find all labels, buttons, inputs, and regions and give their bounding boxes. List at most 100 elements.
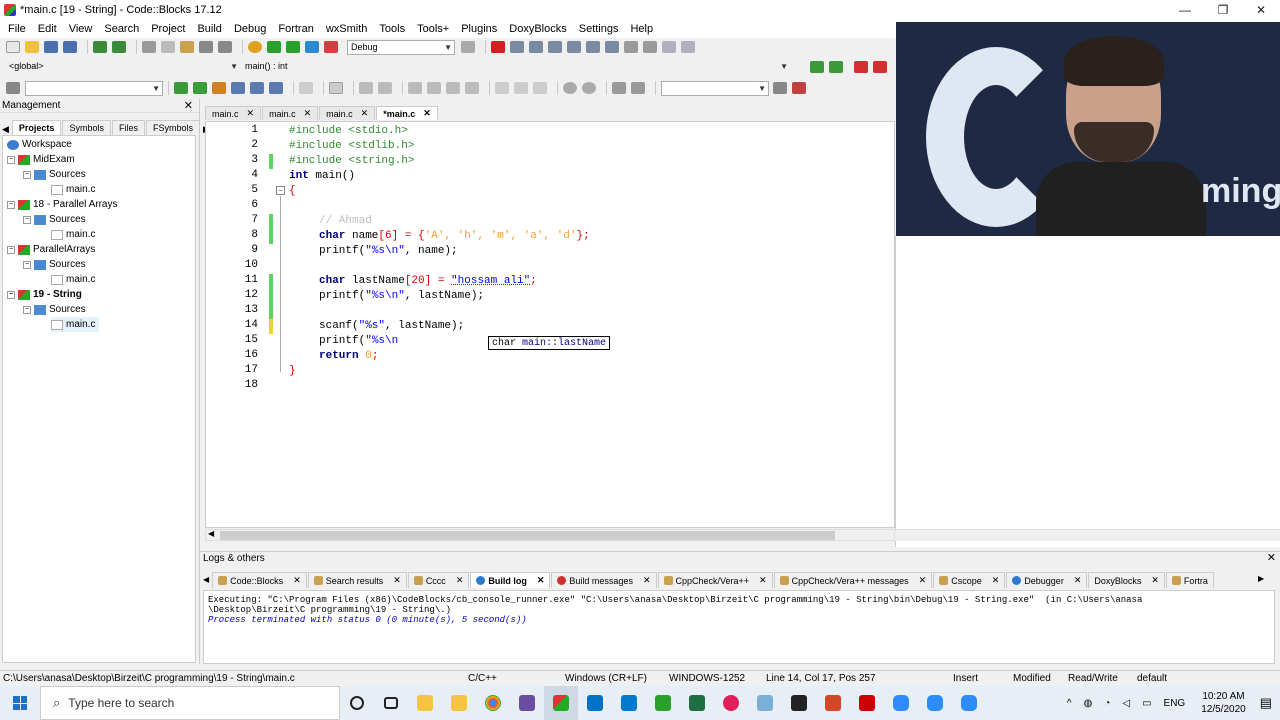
- match-icon[interactable]: [269, 82, 283, 94]
- tab-cccc[interactable]: Cccc ✕: [407, 572, 470, 588]
- close-icon[interactable]: ✕: [1267, 552, 1276, 565]
- close-icon[interactable]: ✕: [643, 575, 651, 586]
- close-icon[interactable]: ✕: [1074, 575, 1082, 586]
- clock[interactable]: 10:20 AM 12/5/2020: [1201, 690, 1246, 716]
- abort-icon[interactable]: [324, 41, 338, 53]
- code-content[interactable]: #include <stdio.h> #include <stdlib.h> #…: [289, 122, 889, 527]
- tree-item-file[interactable]: main.c: [51, 227, 95, 242]
- tree-item-file-selected[interactable]: main.c: [51, 317, 100, 332]
- block4-icon[interactable]: [465, 82, 479, 94]
- task-view-button[interactable]: [374, 686, 408, 720]
- tab-cppcheck[interactable]: CppCheck/Vera++ ✕: [657, 572, 773, 588]
- forward-icon[interactable]: [193, 82, 207, 94]
- replace-icon[interactable]: [218, 41, 232, 53]
- tab-main-c[interactable]: main.c ✕: [319, 106, 376, 120]
- tree-item-folder[interactable]: − Sources: [23, 212, 86, 227]
- taskbar-app[interactable]: [884, 686, 918, 720]
- toggle-bookmark-icon[interactable]: [854, 61, 868, 73]
- various-info-icon[interactable]: [681, 41, 695, 53]
- settings-icon[interactable]: [6, 82, 20, 94]
- taskbar-app[interactable]: [680, 686, 714, 720]
- block-icon[interactable]: [408, 82, 422, 94]
- tab-codeblocks-log[interactable]: Code::Blocks ✕: [212, 572, 307, 588]
- menu-file[interactable]: File: [2, 20, 32, 38]
- tree-item-project[interactable]: − ParallelArrays: [7, 242, 95, 257]
- pause-icon[interactable]: [624, 41, 638, 53]
- build-and-run-icon[interactable]: [286, 41, 300, 53]
- block3-icon[interactable]: [446, 82, 460, 94]
- tab-scroll-left-icon[interactable]: ◀: [203, 575, 209, 588]
- spell-icon[interactable]: [612, 82, 626, 94]
- tab-main-c[interactable]: main.c ✕: [205, 106, 262, 120]
- taskbar-app[interactable]: [510, 686, 544, 720]
- cursor-icon[interactable]: [299, 82, 313, 94]
- code-editor[interactable]: 1 2 3 4 5 6 7 8 9 10 11 12 13 14 15 16 1…: [205, 121, 895, 528]
- layout-icon[interactable]: [359, 82, 373, 94]
- tab-doxyblocks[interactable]: DoxyBlocks ✕: [1088, 572, 1165, 588]
- save-icon[interactable]: [44, 41, 58, 53]
- stop-debug-icon[interactable]: [643, 41, 657, 53]
- menu-build[interactable]: Build: [191, 20, 227, 38]
- build-target-select[interactable]: Debug ▼: [347, 39, 455, 55]
- refresh-icon[interactable]: [631, 82, 645, 94]
- collapse-icon[interactable]: −: [7, 290, 15, 299]
- tab-cscope[interactable]: Cscope ✕: [933, 572, 1006, 588]
- paste-icon[interactable]: [180, 41, 194, 53]
- collapse-icon[interactable]: −: [7, 200, 15, 209]
- menu-settings[interactable]: Settings: [573, 20, 625, 38]
- collapse-icon[interactable]: −: [23, 260, 31, 269]
- zoom-in-icon[interactable]: [563, 82, 577, 94]
- minimize-button[interactable]: —: [1166, 0, 1204, 20]
- tree-item-project[interactable]: − 18 - Parallel Arrays: [7, 197, 117, 212]
- target-options-icon[interactable]: [461, 41, 475, 53]
- taskbar-app[interactable]: [816, 686, 850, 720]
- tab-main-c-active[interactable]: *main.c ✕: [376, 106, 438, 120]
- tab-scroll-left-icon[interactable]: ◀: [2, 124, 9, 135]
- tab-cppcheck-messages[interactable]: CppCheck/Vera++ messages ✕: [773, 572, 933, 588]
- taskbar-app[interactable]: [850, 686, 884, 720]
- scroll-thumb[interactable]: [220, 531, 835, 540]
- zoom-out-icon[interactable]: [582, 82, 596, 94]
- debug-windows-icon[interactable]: [662, 41, 676, 53]
- tab-main-c[interactable]: main.c ✕: [262, 106, 319, 120]
- collapse-icon[interactable]: −: [23, 170, 31, 179]
- menu-doxyblocks[interactable]: DoxyBlocks: [503, 20, 572, 38]
- menu-plugins[interactable]: Plugins: [455, 20, 503, 38]
- menu-view[interactable]: View: [63, 20, 99, 38]
- taskbar-app[interactable]: [646, 686, 680, 720]
- taskbar-app[interactable]: [748, 686, 782, 720]
- function-select[interactable]: main() : int ▼: [242, 59, 790, 75]
- menu-tools-plus[interactable]: Tools+: [411, 20, 455, 38]
- taskbar-app[interactable]: [442, 686, 476, 720]
- scroll-left-icon[interactable]: ◀: [208, 529, 214, 538]
- tree-item-folder[interactable]: − Sources: [23, 167, 86, 182]
- redo-icon[interactable]: [112, 41, 126, 53]
- wifi-icon[interactable]: ◔: [1104, 698, 1110, 709]
- tree-item-file[interactable]: main.c: [51, 272, 95, 287]
- rect-icon[interactable]: [329, 82, 343, 94]
- close-icon[interactable]: ✕: [423, 108, 431, 119]
- collapse-icon[interactable]: −: [7, 245, 15, 254]
- notifications-icon[interactable]: ▤: [1260, 695, 1272, 711]
- find-in-files-icon[interactable]: [773, 82, 787, 94]
- taskbar-app[interactable]: [952, 686, 986, 720]
- taskbar-app-active[interactable]: [544, 686, 578, 720]
- menu-wxsmith[interactable]: wxSmith: [320, 20, 374, 38]
- debug-icon[interactable]: [491, 41, 505, 53]
- build-icon[interactable]: [248, 41, 262, 53]
- scope-select[interactable]: <global> ▼: [6, 59, 240, 75]
- taskbar-app[interactable]: [476, 686, 510, 720]
- jump-forward-icon[interactable]: [829, 61, 843, 73]
- shape3-icon[interactable]: [533, 82, 547, 94]
- volume-icon[interactable]: ◁: [1122, 698, 1130, 709]
- run-to-cursor-icon[interactable]: [510, 41, 524, 53]
- close-icon[interactable]: ✕: [361, 108, 369, 119]
- tab-symbols[interactable]: Symbols: [62, 120, 111, 135]
- cortana-button[interactable]: [340, 686, 374, 720]
- tab-files[interactable]: Files: [111, 120, 145, 135]
- close-icon[interactable]: ✕: [919, 575, 927, 586]
- tool-select[interactable]: ▼: [661, 80, 769, 96]
- show-hidden-icons-icon[interactable]: ^: [1067, 698, 1072, 709]
- run-icon[interactable]: [267, 41, 281, 53]
- collapse-icon[interactable]: −: [7, 155, 15, 164]
